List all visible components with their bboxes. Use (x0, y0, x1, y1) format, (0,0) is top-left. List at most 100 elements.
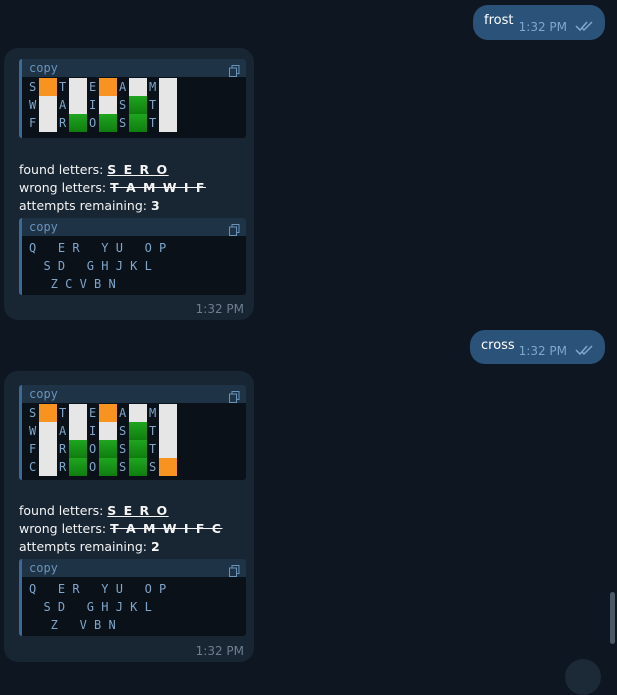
grid-square-green (99, 440, 117, 458)
double-check-icon (575, 20, 595, 36)
attempts-label: attempts remaining: (19, 198, 151, 213)
grid-square-orange (39, 78, 57, 96)
code-header: copy (22, 559, 246, 577)
copy-label: copy (29, 61, 58, 75)
grid-letter: A (119, 406, 127, 420)
copy-icon[interactable] (229, 562, 240, 581)
found-letters-label: found letters: (19, 162, 108, 177)
grid-letter: O (89, 116, 97, 130)
attempts-value: 2 (150, 539, 160, 554)
grid-letter: M (149, 80, 157, 94)
grid-square-green (129, 114, 147, 132)
wrong-letters-line: wrong letters: T A M W I F C (19, 521, 222, 536)
grid-square-orange (99, 78, 117, 96)
grid-square-green (99, 114, 117, 132)
message-time: 1:32 PM (195, 302, 244, 316)
grid-square-green (129, 422, 147, 440)
grid-square-white (39, 114, 57, 132)
grid-letter: C (29, 460, 37, 474)
attempts-remaining-line: attempts remaining: 3 (19, 198, 160, 213)
keyboard-row: Z C V B N (29, 277, 116, 291)
copy-icon[interactable] (229, 388, 240, 407)
outgoing-message[interactable]: cross 1:32 PM (470, 330, 605, 364)
grid-square-white (69, 404, 87, 422)
grid-square-green (129, 440, 147, 458)
grid-square-green (129, 458, 147, 476)
grid-square-green (129, 96, 147, 114)
keyboard-code-block[interactable]: copy Q E R Y U O P S D G H J K L Z V B N (19, 559, 246, 636)
keyboard-code-block[interactable]: copy Q E R Y U O P S D G H J K L Z C V B… (19, 218, 246, 295)
copy-label: copy (29, 561, 58, 575)
grid-square-orange (159, 458, 177, 476)
grid-letter: A (59, 424, 67, 438)
incoming-message[interactable]: copy S T E A M W A I S T F R O S T found letters: S E … (4, 48, 254, 320)
grid-square-white (159, 78, 177, 96)
grid-letter: M (149, 406, 157, 420)
grid-letter: S (29, 80, 37, 94)
grid-letter: S (29, 406, 37, 420)
grid-letter: A (59, 98, 67, 112)
wrong-letters-value: T A M W I F C (110, 521, 223, 536)
wrong-letters-value: T A M W I F (110, 180, 206, 195)
grid-letter: R (59, 460, 67, 474)
grid-square-white (159, 422, 177, 440)
copy-icon[interactable] (229, 221, 240, 240)
grid-square-orange (99, 404, 117, 422)
grid-letter: E (89, 406, 97, 420)
grid-letter: S (119, 116, 127, 130)
grid-letter: T (59, 80, 67, 94)
grid-letter: O (89, 460, 97, 474)
grid-letter: E (89, 80, 97, 94)
grid-square-white (69, 422, 87, 440)
grid-square-white (99, 422, 117, 440)
grid-letter: T (149, 424, 157, 438)
grid-letter: W (29, 98, 37, 112)
incoming-message[interactable]: copy STEAMWAISTFROSTCROSS found letters:… (4, 371, 254, 662)
grid-letter: T (149, 98, 157, 112)
grid-letter: A (119, 80, 127, 94)
code-header: copy (22, 385, 246, 403)
found-letters-line: found letters: S E R O (19, 503, 169, 518)
keyboard-row: S D G H J K L (29, 600, 152, 614)
grid-letter: F (29, 116, 37, 130)
wrong-letters-label: wrong letters: (19, 521, 111, 536)
found-letters-line: found letters: S E R O (19, 162, 169, 177)
message-text: cross (481, 338, 515, 353)
found-letters-value: S E R O (107, 162, 169, 177)
attempts-remaining-line: attempts remaining: 2 (19, 539, 160, 554)
grid-square-white (39, 422, 57, 440)
grid-square-white (99, 96, 117, 114)
grid-square-orange (39, 404, 57, 422)
copy-label: copy (29, 387, 58, 401)
found-letters-label: found letters: (19, 503, 108, 518)
message-text: frost (484, 13, 514, 28)
avatar[interactable] (565, 659, 601, 695)
code-header: copy (22, 59, 246, 77)
outgoing-message[interactable]: frost 1:32 PM (473, 5, 605, 40)
grid-square-white (39, 96, 57, 114)
double-check-icon (575, 344, 595, 360)
keyboard-row: Q E R Y U O P (29, 582, 167, 596)
scrollbar[interactable] (610, 592, 615, 644)
grid-letter: F (29, 442, 37, 456)
attempts-value: 3 (150, 198, 160, 213)
keyboard-row: Z V B N (29, 618, 116, 632)
grid-letter: W (29, 424, 37, 438)
grid-square-white (69, 78, 87, 96)
grid-square-green (69, 458, 87, 476)
found-letters-value: S E R O (107, 503, 169, 518)
grid-square-green (69, 114, 87, 132)
grid-letter: S (149, 460, 157, 474)
message-time: 1:32 PM (195, 644, 244, 658)
grid-code-block[interactable]: copy STEAMWAISTFROSTCROSS (19, 385, 246, 480)
grid-square-white (129, 404, 147, 422)
grid-code-block[interactable]: copy S T E A M W A I S T F R O S T (19, 59, 246, 138)
grid-letter: T (149, 442, 157, 456)
wrong-letters-line: wrong letters: T A M W I F (19, 180, 206, 195)
grid-letter: R (59, 116, 67, 130)
copy-icon[interactable] (229, 62, 240, 81)
grid-square-white (159, 404, 177, 422)
message-time: 1:32 PM (518, 20, 567, 34)
grid-square-white (159, 114, 177, 132)
grid-square-white (39, 458, 57, 476)
